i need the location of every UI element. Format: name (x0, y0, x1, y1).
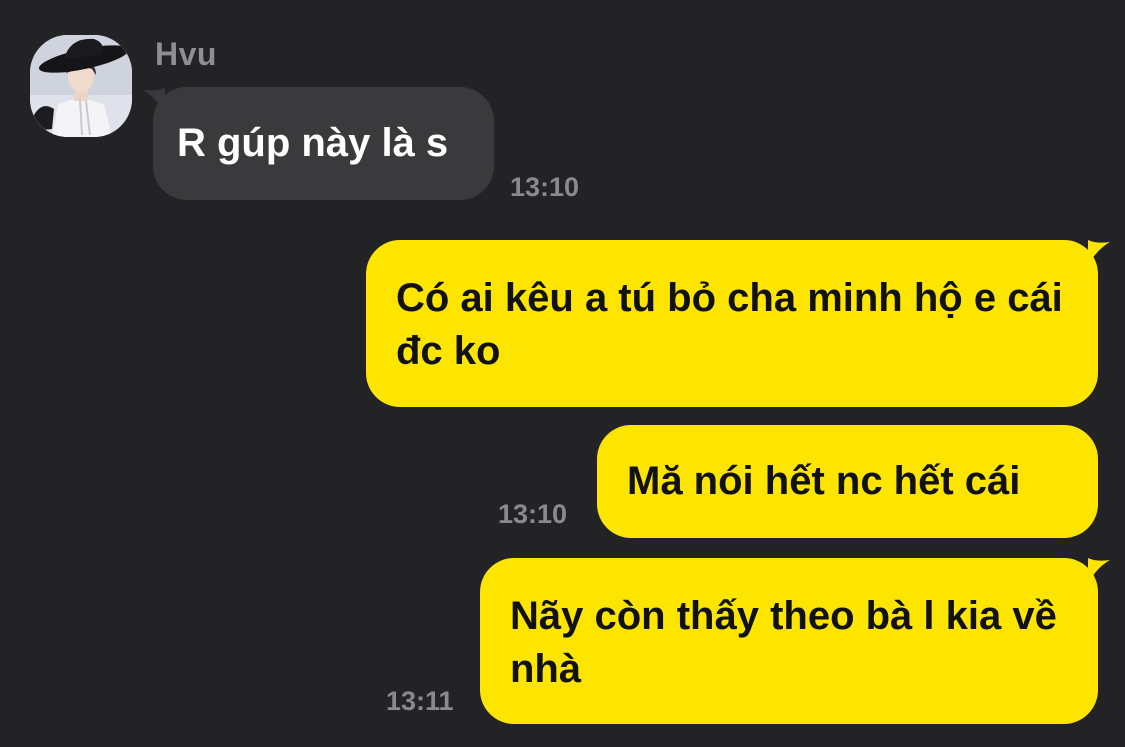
outgoing-bubble-tail (1088, 558, 1110, 584)
message-time: 13:10 (498, 499, 568, 529)
message-text: R gúp này là s (177, 121, 449, 165)
outgoing-bubble-tail (1088, 240, 1110, 266)
message-bubble-incoming[interactable]: R gúp này là s (153, 87, 494, 200)
message-time: 13:11 (386, 686, 454, 716)
incoming-bubble-tail (143, 88, 165, 114)
message-text: Có ai kêu a tú bỏ cha minh hộ e cái đc k… (396, 276, 1063, 373)
message-bubble-outgoing[interactable]: Nãy còn thấy theo bà l kia về nhà (480, 558, 1098, 724)
message-text: Nãy còn thấy theo bà l kia về nhà (510, 594, 1057, 691)
message-text: Mă nói hết nc hết cái (627, 459, 1021, 503)
message-bubble-outgoing[interactable]: Mă nói hết nc hết cái (597, 425, 1098, 538)
profile-photo-icon (30, 35, 132, 137)
contact-name: Hvu (155, 36, 217, 72)
message-time: 13:10 (510, 172, 580, 202)
contact-avatar[interactable] (30, 35, 132, 137)
message-bubble-outgoing[interactable]: Có ai kêu a tú bỏ cha minh hộ e cái đc k… (366, 240, 1098, 407)
